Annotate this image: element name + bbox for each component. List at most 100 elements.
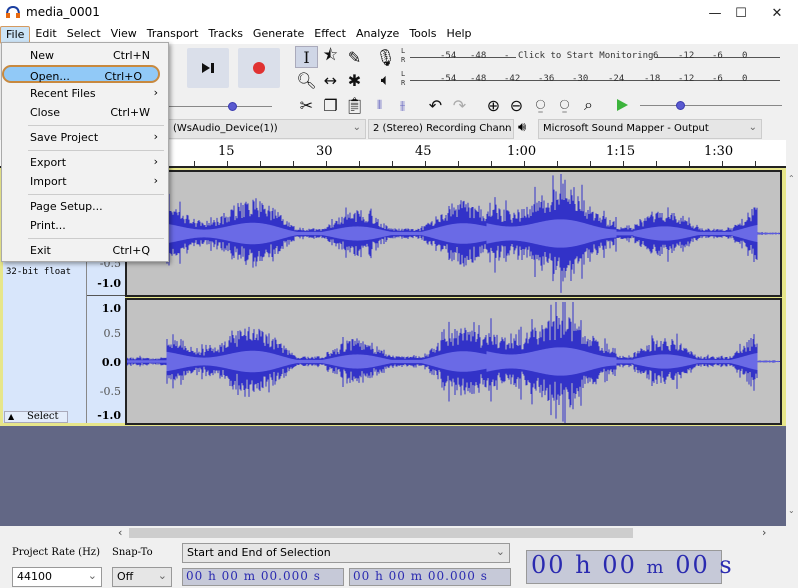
silence-button[interactable]: ⫵ [391,94,414,116]
undo-icon: ↶ [428,95,443,115]
scroll-down-icon[interactable]: ⌄ [788,506,795,515]
menu-effect[interactable]: Effect [309,26,351,44]
menu-item-new[interactable]: New Ctrl+N [4,46,166,64]
waveform-channel-left[interactable] [125,170,782,297]
trim-button[interactable]: ⫴ [368,94,391,116]
paste-button[interactable]: 📋︎ [343,94,366,116]
selection-end-time[interactable]: 00 h 00 m 00.000 s [349,568,511,586]
magnifier-icon: 🔍︎ [296,70,317,90]
redo-button[interactable]: ↷ [448,94,471,116]
playback-meter[interactable]: LR -54 -48 -42 -36 -30 -24 -18 -12 -6 0 [400,69,786,91]
waveform-channel-right[interactable] [125,298,782,425]
scroll-left-icon[interactable]: ‹ [118,526,122,539]
scissors-icon: ✂ [299,95,314,115]
menu-separator [28,150,164,151]
microphone-icon: 🎙︎ [375,47,396,67]
zoom-toggle-button[interactable]: ⌕ [577,94,600,116]
selection-mode-select[interactable]: Start and End of Selection ⌄ [182,543,510,563]
selection-start-time[interactable]: 00 h 00 m 00.000 s [182,568,344,586]
record-button[interactable] [238,48,280,88]
recording-device-select[interactable]: (WsAudio_Device(1)) ⌄ [168,119,366,139]
play-speed-thumb[interactable] [675,101,685,110]
vertical-scrollbar[interactable]: ⌃ ⌄ [786,168,798,526]
timeshift-tool-button[interactable]: ↔ [319,69,342,91]
submenu-arrow-icon: › [153,130,158,143]
play-speed-track[interactable] [640,105,782,106]
playback-device-select[interactable]: Microsoft Sound Mapper - Output ⌄ [538,119,762,139]
ruler-label: 30 [316,144,333,159]
menu-tracks[interactable]: Tracks [203,26,248,44]
skip-to-end-button[interactable] [187,48,229,88]
menu-item-close[interactable]: Close Ctrl+W [4,103,166,121]
fit-project-icon: ⍜ [559,95,570,114]
meter-tick: -48 [470,51,487,61]
track-select-button[interactable]: ▲ Select [4,411,68,423]
ruler-tick [722,161,723,166]
envelope-tool-button[interactable]: ⯪ [319,45,342,68]
start-monitoring-prompt[interactable]: Click to Start Monitoring [516,51,656,61]
draw-tool-button[interactable]: ✎ [343,46,366,68]
recording-meter[interactable]: LR -54 -48 - Click to Start Monitoring 6… [400,46,786,68]
chevron-down-icon: ⌄ [157,569,167,582]
fit-selection-button[interactable]: ⍜ [529,94,552,116]
close-button[interactable]: ✕ [754,0,798,26]
recording-channels-select[interactable]: 2 (Stereo) Recording Chann ⌄ [368,119,514,139]
menu-item-open[interactable]: Open... Ctrl+O [2,65,160,83]
ruler-tick [359,161,360,166]
speaker-icon: 🔊︎ [518,120,527,135]
ruler-label: 45 [415,144,432,159]
record-meter-button[interactable]: 🎙︎ [374,46,397,68]
menu-item-export[interactable]: Export › [4,153,166,171]
menu-tools[interactable]: Tools [404,26,441,44]
menu-item-page-setup[interactable]: Page Setup... [4,197,166,215]
play-at-speed-button[interactable] [610,94,633,116]
project-rate-select[interactable]: 44100 ⌄ [12,567,102,587]
trim-icon: ⫴ [376,97,383,112]
ruler-tick [293,161,294,166]
meter-channel-labels: LR [401,70,406,87]
meter-tick: 0 [742,74,748,84]
meter-tick: - [504,51,510,61]
zoom-tool-button[interactable]: 🔍︎ [295,69,318,91]
horizontal-scrollbar[interactable]: ‹ › [0,526,798,540]
menu-item-recent-files[interactable]: Recent Files › [4,84,166,102]
meter-tick: 6 [653,51,659,61]
zoom-in-button[interactable]: ⊕ [482,94,505,116]
menu-generate[interactable]: Generate [248,26,309,44]
ruler-tick [656,161,657,166]
empty-track-area[interactable] [0,426,786,526]
scroll-right-icon[interactable]: › [762,526,766,539]
menu-item-save-project[interactable]: Save Project › [4,128,166,146]
cut-button[interactable]: ✂ [295,94,318,116]
chevron-down-icon: ⌄ [748,122,757,133]
playback-meter-button[interactable]: 🔈︎ [374,69,397,91]
meter-channel-labels: LR [401,47,406,64]
menu-item-print[interactable]: Print... [4,216,166,234]
scroll-up-icon[interactable]: ⌃ [788,174,795,183]
meter-tick: -18 [644,74,661,84]
submenu-arrow-icon: › [153,86,158,99]
recording-volume-thumb[interactable] [228,102,238,111]
menu-help[interactable]: Help [441,26,476,44]
menu-item-exit[interactable]: Exit Ctrl+Q [4,241,166,259]
recording-volume-track[interactable] [168,106,272,107]
multi-tool-button[interactable]: ✱ [343,69,366,91]
meter-tick: -36 [538,74,555,84]
menu-analyze[interactable]: Analyze [351,26,404,44]
fit-project-button[interactable]: ⍜ [553,94,576,116]
zoom-out-button[interactable]: ⊖ [505,94,528,116]
redo-icon: ↷ [452,95,467,115]
speaker-icon: 🔈︎ [380,70,391,89]
copy-button[interactable]: ❐ [319,94,342,116]
scale-label: -1.0 [97,409,121,422]
snap-to-select[interactable]: Off ⌄ [112,567,172,587]
collapse-icon: ▲ [8,412,15,421]
audio-position-display[interactable]: 00 h 00 m 00 s [526,550,732,584]
scale-label: 0.5 [103,327,122,340]
horizontal-scroll-thumb[interactable] [129,528,633,538]
selection-tool-button[interactable]: I [295,46,318,68]
ruler-tick [623,161,624,166]
scale-label: 1.0 [101,302,121,315]
menu-item-import[interactable]: Import › [4,172,166,190]
undo-button[interactable]: ↶ [424,94,447,116]
